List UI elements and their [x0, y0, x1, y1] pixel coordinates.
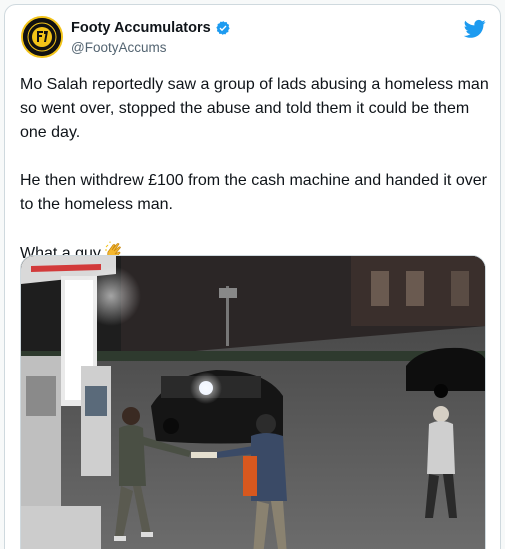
verified-badge-icon — [215, 21, 230, 35]
tweet-media-photo[interactable] — [20, 255, 486, 549]
author-handle[interactable]: @FootyAccums — [71, 40, 231, 55]
tweet-paragraph-1: Mo Salah reportedly saw a group of lads … — [20, 76, 489, 141]
tweet-card[interactable]: Footy Accumulators @FootyAccums Mo Salah… — [4, 4, 501, 549]
cctv-photo — [21, 256, 485, 549]
tweet-text: Mo Salah reportedly saw a group of lads … — [20, 73, 490, 266]
tweet-header: Footy Accumulators @FootyAccums — [5, 5, 500, 67]
footy-accumulators-logo-icon — [23, 18, 61, 56]
avatar[interactable] — [21, 16, 63, 58]
author-display-name[interactable]: Footy Accumulators — [71, 20, 211, 36]
tweet-paragraph-2: He then withdrew £100 from the cash mach… — [20, 172, 487, 213]
twitter-bird-icon[interactable] — [464, 19, 486, 39]
